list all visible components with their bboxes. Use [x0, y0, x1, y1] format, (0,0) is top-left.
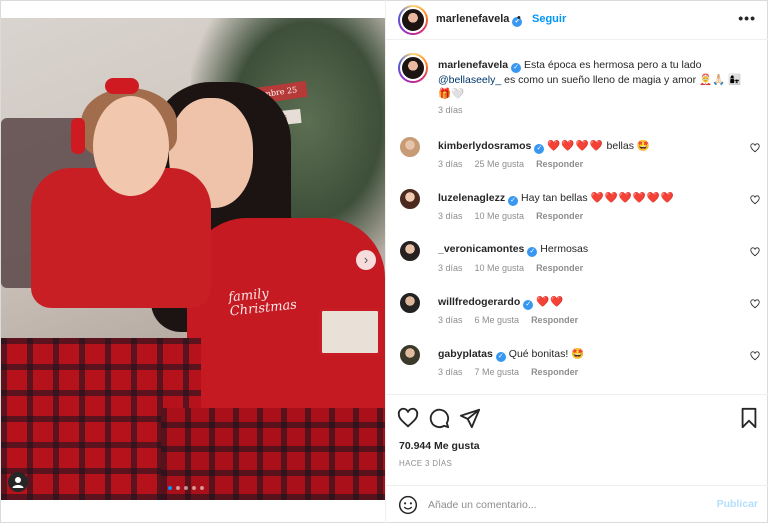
user-tag-icon[interactable]: [8, 472, 28, 492]
gift-box: [319, 308, 381, 356]
comment-meta: 3 días 7 Me gusta Responder: [438, 367, 590, 377]
heart-icon[interactable]: [750, 299, 760, 309]
comments-list[interactable]: marlenefavela ✓ Esta época es hermosa per…: [386, 41, 768, 394]
comment-text: willfredogerardo ✓ ❤️❤️: [438, 295, 738, 310]
comment-hearts: ❤️❤️❤️❤️❤️❤️: [590, 192, 675, 204]
carousel-dot[interactable]: [192, 486, 196, 490]
verified-badge-icon: ✓: [534, 144, 545, 154]
post-header: marlenefavela ✓ • Seguir •••: [386, 0, 768, 40]
girl-hair-bow: [105, 78, 139, 94]
caption-timestamp[interactable]: 3 días: [438, 105, 463, 115]
comment-meta: 3 días 25 Me gusta Responder: [438, 159, 595, 169]
comment-text: kimberlydosramos ✓ ❤️❤️❤️❤️ bellas 🤩: [438, 139, 738, 154]
post-actions: 70.944 Me gusta HACE 3 DÍAS Publicar: [386, 394, 768, 522]
carousel-dot[interactable]: [168, 486, 172, 490]
post-photo[interactable]: Diciembre 25 Regalos family Christmas: [1, 18, 385, 500]
owner-username[interactable]: marlenefavela ✓: [436, 13, 523, 27]
comment-item: _veronicamontes ✓ Hermosas 3 días 10 Me g…: [386, 239, 768, 291]
commenter-username[interactable]: _veronicamontes: [438, 243, 524, 255]
comment-likes[interactable]: 25 Me gusta: [475, 159, 525, 169]
verified-badge-icon: ✓: [523, 300, 534, 310]
carousel-dot[interactable]: [176, 486, 180, 490]
commenter-avatar[interactable]: [398, 239, 422, 263]
comment-item: willfredogerardo ✓ ❤️❤️ 3 días 6 Me gusta…: [386, 291, 768, 343]
comment-likes[interactable]: 10 Me gusta: [475, 211, 525, 221]
publish-button[interactable]: Publicar: [717, 498, 758, 510]
commenter-username[interactable]: gabyplatas: [438, 348, 493, 360]
commenter-avatar[interactable]: [398, 343, 422, 367]
likes-count[interactable]: 70.944 Me gusta: [399, 440, 480, 452]
heart-icon[interactable]: [750, 351, 760, 361]
next-arrow-icon[interactable]: ›: [356, 250, 376, 270]
comment-time[interactable]: 3 días: [438, 211, 463, 221]
follow-button[interactable]: Seguir: [532, 13, 566, 25]
caption-mention[interactable]: @bellaseely_: [438, 74, 501, 86]
comment-likes[interactable]: 10 Me gusta: [475, 263, 525, 273]
verified-badge-icon: ✓: [511, 63, 522, 73]
reply-button[interactable]: Responder: [536, 263, 583, 273]
reply-button[interactable]: Responder: [536, 211, 583, 221]
comment-item: luzelenaglezz ✓ Hay tan bellas ❤️❤️❤️❤️❤️…: [386, 187, 768, 239]
comment-meta: 3 días 10 Me gusta Responder: [438, 211, 595, 221]
caption-avatar[interactable]: [398, 53, 428, 83]
emoji-icon[interactable]: [398, 495, 418, 515]
comment-meta: 3 días 10 Me gusta Responder: [438, 263, 595, 273]
commenter-avatar[interactable]: [398, 135, 422, 159]
commenter-avatar[interactable]: [398, 291, 422, 315]
comment-text: gabyplatas ✓ Qué bonitas! 🤩: [438, 347, 738, 362]
post-timestamp[interactable]: HACE 3 DÍAS: [399, 459, 452, 468]
owner-avatar[interactable]: [398, 5, 428, 35]
caption-body-1: Esta época es hermosa pero a tu lado: [521, 59, 702, 71]
post-details-pane: marlenefavela ✓ • Seguir ••• marlenefavel…: [385, 0, 768, 523]
comment-time[interactable]: 3 días: [438, 367, 463, 377]
commenter-avatar[interactable]: [398, 187, 422, 211]
comment-meta: 3 días 6 Me gusta Responder: [438, 315, 590, 325]
share-icon[interactable]: [459, 407, 481, 429]
comment-text: luzelenaglezz ✓ Hay tan bellas ❤️❤️❤️❤️❤️…: [438, 191, 738, 206]
bookmark-icon[interactable]: [738, 407, 760, 429]
comment-likes[interactable]: 6 Me gusta: [475, 315, 520, 325]
reply-button[interactable]: Responder: [531, 367, 578, 377]
comment-item: kimberlydosramos ✓ ❤️❤️❤️❤️ bellas 🤩 3 dí…: [386, 135, 768, 187]
carousel-dots: [168, 486, 204, 490]
comment-icon[interactable]: [428, 407, 450, 429]
comment-hearts: ❤️❤️: [536, 296, 565, 308]
girl-hair-ribbon: [71, 118, 85, 154]
comment-time[interactable]: 3 días: [438, 263, 463, 273]
heart-icon[interactable]: [397, 407, 419, 429]
commenter-username[interactable]: luzelenaglezz: [438, 192, 505, 204]
comment-input[interactable]: [428, 496, 698, 514]
heart-icon[interactable]: [750, 247, 760, 257]
reply-button[interactable]: Responder: [536, 159, 583, 169]
reply-button[interactable]: Responder: [531, 315, 578, 325]
heart-icon[interactable]: [750, 143, 760, 153]
comment-body: Qué bonitas! 🤩: [505, 348, 585, 360]
verified-badge-icon: ✓: [495, 352, 506, 362]
girl-face: [93, 96, 169, 196]
verified-badge-icon: ✓: [527, 247, 538, 257]
carousel-dot[interactable]: [200, 486, 204, 490]
comment-item: gabyplatas ✓ Qué bonitas! 🤩 3 días 7 Me g…: [386, 343, 768, 394]
heart-icon[interactable]: [750, 195, 760, 205]
comment-hearts: ❤️❤️❤️❤️: [547, 140, 604, 152]
comment-text: _veronicamontes ✓ Hermosas: [438, 243, 738, 257]
commenter-username[interactable]: willfredogerardo: [438, 296, 520, 308]
comment-body: Hermosas: [537, 243, 589, 255]
owner-username-text[interactable]: marlenefavela: [436, 13, 509, 25]
commenter-username[interactable]: kimberlydosramos: [438, 140, 531, 152]
caption-username[interactable]: marlenefavela: [438, 59, 508, 71]
comment-composer: Publicar: [386, 485, 768, 523]
comment-likes[interactable]: 7 Me gusta: [475, 367, 520, 377]
comment-time[interactable]: 3 días: [438, 159, 463, 169]
comment-time[interactable]: 3 días: [438, 315, 463, 325]
verified-badge-icon: ✓: [508, 196, 519, 206]
caption-text: marlenefavela ✓ Esta época es hermosa per…: [438, 58, 748, 101]
more-options-icon[interactable]: •••: [738, 10, 756, 26]
carousel-dot[interactable]: [184, 486, 188, 490]
comment-body: Hay tan bellas: [518, 192, 591, 204]
comment-body: bellas 🤩: [603, 140, 650, 152]
header-separator: •: [517, 12, 521, 24]
